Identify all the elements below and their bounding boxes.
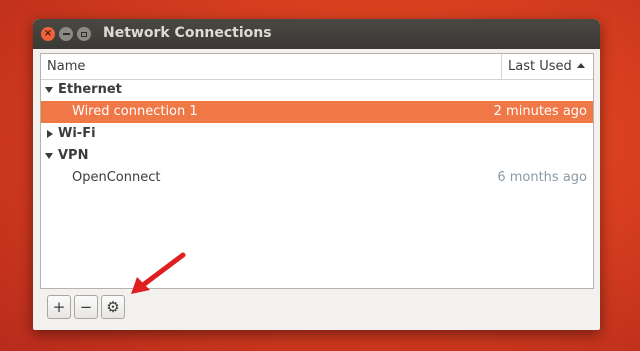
connection-row-openconnect[interactable]: OpenConnect 6 months ago <box>41 167 593 189</box>
close-button[interactable]: × <box>41 27 55 41</box>
group-row-ethernet[interactable]: Ethernet <box>41 79 593 101</box>
remove-connection-button[interactable]: − <box>74 295 98 319</box>
expander-down-icon[interactable] <box>45 153 53 159</box>
sort-ascending-icon[interactable] <box>577 63 585 68</box>
connection-name: Wired connection 1 <box>72 104 198 119</box>
maximize-icon <box>81 31 87 37</box>
minimize-button[interactable] <box>59 27 73 41</box>
edit-connection-button[interactable]: ⚙ <box>101 295 125 319</box>
gear-icon: ⚙ <box>106 298 120 316</box>
close-icon: × <box>43 28 53 39</box>
add-connection-button[interactable]: + <box>47 295 71 319</box>
column-header-name[interactable]: Name <box>47 59 85 74</box>
list-header: Name Last Used <box>41 54 593 80</box>
group-row-wifi[interactable]: Wi-Fi <box>41 123 593 145</box>
minimize-icon <box>62 33 70 35</box>
connection-name: OpenConnect <box>72 170 161 185</box>
window-title: Network Connections <box>103 25 272 41</box>
titlebar[interactable]: × Network Connections <box>33 19 600 49</box>
plus-icon: + <box>52 298 66 316</box>
column-header-last-used[interactable]: Last Used <box>508 59 572 74</box>
group-label: VPN <box>58 148 89 163</box>
connection-last-used: 6 months ago <box>497 170 587 185</box>
expander-down-icon[interactable] <box>45 87 53 93</box>
column-separator[interactable] <box>501 54 502 79</box>
expander-right-icon[interactable] <box>47 130 53 138</box>
network-connections-window: × Network Connections Name Last Used Eth… <box>33 19 600 330</box>
minus-icon: − <box>79 298 93 316</box>
connections-list[interactable]: Name Last Used Ethernet Wired connection… <box>40 53 594 289</box>
group-label: Wi-Fi <box>58 126 96 141</box>
maximize-button[interactable] <box>77 27 91 41</box>
group-row-vpn[interactable]: VPN <box>41 145 593 167</box>
connection-last-used: 2 minutes ago <box>493 104 587 119</box>
group-label: Ethernet <box>58 82 122 97</box>
connection-row-wired-connection-1[interactable]: Wired connection 1 2 minutes ago <box>41 101 593 123</box>
